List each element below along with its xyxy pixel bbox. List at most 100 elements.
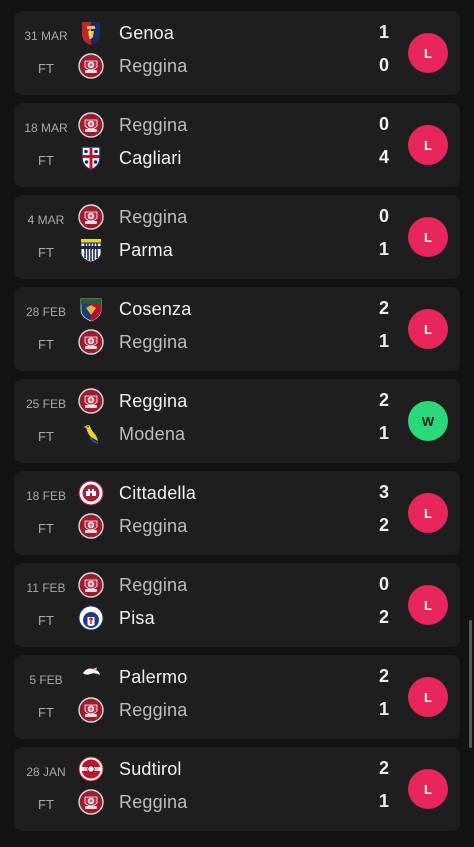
away-team-name: Reggina (119, 515, 188, 536)
match-status: FT (38, 429, 54, 444)
result-badge: L (408, 585, 448, 625)
home-score: 2 (378, 666, 389, 686)
home-team: Palermo (77, 663, 187, 691)
home-score: 1 (378, 22, 389, 42)
cagliari-crest-icon (77, 144, 105, 172)
match-date: 18 FEB (25, 489, 67, 503)
match-status: FT (38, 613, 54, 628)
away-score: 0 (378, 55, 389, 75)
home-score: 0 (378, 574, 389, 594)
home-team-name: Cittadella (119, 482, 197, 503)
home-team: Genoa (77, 19, 174, 47)
home-team: Reggina (77, 203, 187, 231)
home-team-name: Palermo (119, 666, 188, 687)
home-score: 3 (378, 482, 389, 502)
genoa-crest-icon (77, 19, 105, 47)
away-team-name: Modena (119, 423, 186, 444)
match-row[interactable]: 11 FEB FT Reggina Pisa 0 2 L (14, 563, 460, 647)
reggina-crest-icon (77, 111, 105, 139)
scrollbar[interactable] (469, 620, 472, 748)
result-badge: L (408, 493, 448, 533)
cittadella-crest-icon (77, 479, 105, 507)
match-date: 18 MAR (24, 121, 68, 135)
reggina-crest-icon (77, 52, 105, 80)
match-status: FT (38, 521, 54, 536)
match-date: 11 FEB (26, 581, 66, 595)
away-team: Reggina (77, 52, 187, 80)
away-team-name: Pisa (119, 607, 155, 628)
home-team: Cittadella (77, 479, 196, 507)
match-date: 25 FEB (25, 397, 67, 411)
reggina-crest-icon (77, 512, 105, 540)
match-date: 28 JAN (26, 765, 66, 779)
away-team-name: Reggina (119, 699, 188, 720)
result-badge: L (408, 769, 448, 809)
match-date: 31 MAR (24, 29, 68, 43)
match-status: FT (38, 797, 54, 812)
away-score: 1 (378, 331, 389, 351)
away-score: 2 (378, 607, 389, 627)
cosenza-crest-icon (77, 295, 105, 323)
reggina-crest-icon (77, 571, 105, 599)
home-team-name: Reggina (119, 206, 188, 227)
match-status: FT (38, 705, 54, 720)
match-row[interactable]: 28 JAN FT Sudtirol Reggina 2 1 L (14, 747, 460, 831)
away-team: Parma (77, 236, 173, 264)
parma-crest-icon (77, 236, 105, 264)
away-score: 1 (378, 423, 389, 443)
match-row[interactable]: 28 FEB FT Cosenza Reggina 2 1 L (14, 287, 460, 371)
reggina-crest-icon (77, 328, 105, 356)
result-badge: L (408, 125, 448, 165)
away-team-name: Reggina (119, 331, 188, 352)
match-status: FT (38, 245, 54, 260)
home-team: Reggina (77, 387, 187, 415)
home-team-name: Genoa (119, 22, 175, 43)
match-row[interactable]: 18 FEB FT Cittadella Reggina 3 2 L (14, 471, 460, 555)
home-team-name: Reggina (119, 390, 188, 411)
home-score: 2 (378, 390, 389, 410)
match-row[interactable]: 25 FEB FT Reggina Modena 2 1 W (14, 379, 460, 463)
away-team-name: Reggina (119, 791, 188, 812)
reggina-crest-icon (77, 203, 105, 231)
home-score: 2 (378, 758, 389, 778)
match-row[interactable]: 5 FEB FT Palermo Reggina 2 1 L (14, 655, 460, 739)
home-team: Reggina (77, 111, 187, 139)
sudtirol-crest-icon (77, 755, 105, 783)
match-row[interactable]: 4 MAR FT Reggina Parma 0 1 L (14, 195, 460, 279)
result-badge: L (408, 217, 448, 257)
away-team-name: Cagliari (119, 147, 182, 168)
match-date: 5 FEB (29, 673, 63, 687)
away-score: 1 (378, 791, 389, 811)
home-team-name: Cosenza (119, 298, 192, 319)
away-score: 1 (378, 239, 389, 259)
reggina-crest-icon (77, 696, 105, 724)
home-team: Sudtirol (77, 755, 182, 783)
match-row[interactable]: 18 MAR FT Reggina Cagliari 0 4 L (14, 103, 460, 187)
home-team-name: Reggina (119, 114, 188, 135)
away-score: 4 (378, 147, 389, 167)
result-badge: L (408, 677, 448, 717)
home-team-name: Reggina (119, 574, 188, 595)
away-team: Reggina (77, 788, 187, 816)
palermo-crest-icon (77, 663, 105, 691)
home-score: 2 (378, 298, 389, 318)
result-badge: L (408, 309, 448, 349)
match-date: 4 MAR (27, 213, 65, 227)
match-row[interactable]: 31 MAR FT Genoa Reggina 1 0 L (14, 11, 460, 95)
home-team-name: Sudtirol (119, 758, 182, 779)
away-team: Reggina (77, 696, 187, 724)
match-status: FT (38, 337, 54, 352)
match-results-list: 31 MAR FT Genoa Reggina 1 0 L 18 MAR FT Reggina Ca… (0, 0, 474, 847)
away-team: Pisa (77, 604, 155, 632)
home-score: 0 (378, 114, 389, 134)
away-team-name: Parma (119, 239, 174, 260)
result-badge: L (408, 33, 448, 73)
home-team: Reggina (77, 571, 187, 599)
match-status: FT (38, 153, 54, 168)
away-team: Reggina (77, 512, 187, 540)
away-team-name: Reggina (119, 55, 188, 76)
match-status: FT (38, 61, 54, 76)
reggina-crest-icon (77, 387, 105, 415)
home-team: Cosenza (77, 295, 191, 323)
away-score: 2 (378, 515, 389, 535)
